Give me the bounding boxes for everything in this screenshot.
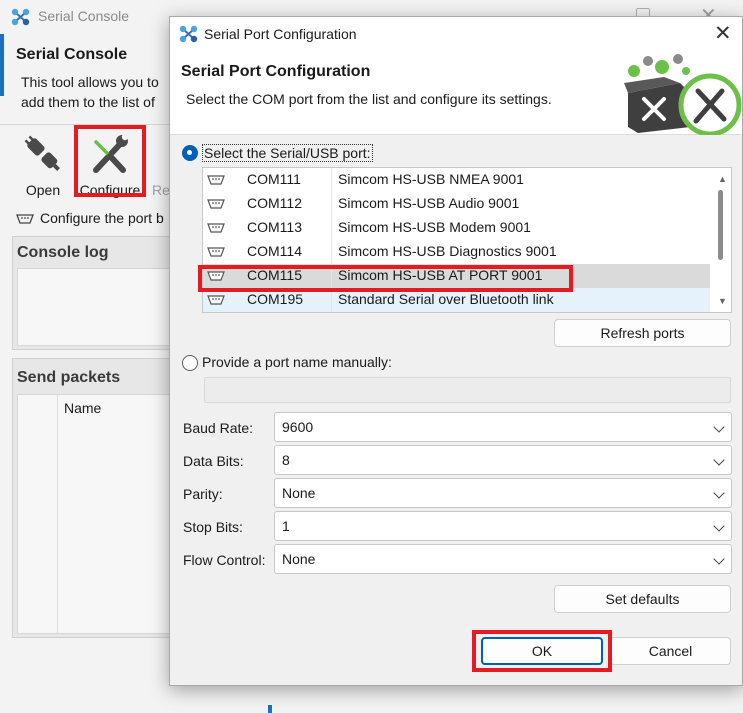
page-title: Serial Console (16, 46, 128, 63)
port-com: COM112 (247, 195, 302, 211)
data-bits-label: Data Bits: (183, 453, 244, 469)
baud-rate-select[interactable]: 9600 (274, 412, 732, 442)
set-defaults-button[interactable]: Set defaults (554, 585, 731, 613)
dialog-subheading: Select the COM port from the list and co… (186, 91, 552, 107)
data-bits-select[interactable]: 8 (274, 445, 732, 475)
flow-control-label: Flow Control: (183, 552, 266, 568)
parity-label: Parity: (183, 486, 223, 502)
header-accent-bar (0, 34, 4, 96)
port-description: Standard Serial over Bluetooth link (338, 291, 554, 307)
highlight-box-ok (472, 630, 612, 672)
port-row[interactable]: COM113 Simcom HS-USB Modem 9001 (203, 216, 710, 240)
highlight-box-configure (74, 125, 146, 197)
toolbox-logo-icon (624, 53, 742, 137)
port-description: Simcom HS-USB NMEA 9001 (338, 171, 524, 187)
column-divider (331, 168, 332, 192)
flow-control-select[interactable]: None (274, 544, 732, 574)
open-button[interactable]: Open (13, 128, 73, 198)
serial-port-icon (207, 245, 225, 261)
console-log-area[interactable] (17, 268, 175, 346)
port-row[interactable]: COM114 Simcom HS-USB Diagnostics 9001 (203, 240, 710, 264)
column-header-name[interactable]: Name (64, 400, 101, 416)
dialog-heading: Serial Port Configuration (181, 63, 371, 80)
stop-bits-label: Stop Bits: (183, 519, 243, 535)
parity-select[interactable]: None (274, 478, 732, 508)
select-serial-port-radio[interactable] (182, 145, 198, 161)
column-divider (331, 240, 332, 264)
serial-port-icon (207, 197, 225, 213)
chevron-down-icon (713, 454, 725, 466)
port-description: Simcom HS-USB Diagnostics 9001 (338, 243, 557, 259)
serial-port-icon (16, 211, 34, 227)
port-com: COM113 (247, 219, 302, 235)
chevron-down-icon (713, 520, 725, 532)
send-packets-title: Send packets (17, 369, 121, 386)
stop-bits-value: 1 (282, 518, 290, 534)
flow-control-value: None (282, 551, 316, 567)
baud-rate-label: Baud Rate: (183, 420, 254, 436)
port-row[interactable]: COM111 Simcom HS-USB NMEA 9001 (203, 168, 710, 192)
port-row[interactable]: COM112 Simcom HS-USB Audio 9001 (203, 192, 710, 216)
baud-rate-value: 9600 (282, 419, 314, 435)
chevron-down-icon (713, 487, 725, 499)
scrollbar-thumb[interactable] (718, 190, 723, 260)
console-log-title: Console log (17, 244, 109, 261)
close-icon[interactable]: ✕ (714, 21, 732, 46)
app-icon (10, 7, 32, 30)
port-description: Simcom HS-USB Modem 9001 (338, 219, 531, 235)
plug-icon (23, 132, 63, 176)
port-description: Simcom HS-USB Audio 9001 (338, 195, 520, 211)
data-bits-value: 8 (282, 452, 290, 468)
open-button-label: Open (25, 182, 61, 198)
configure-hint-text: Configure the port b (40, 210, 164, 226)
cancel-button[interactable]: Cancel (610, 637, 731, 665)
chevron-down-icon (713, 553, 725, 565)
column-divider (331, 216, 332, 240)
parity-value: None (282, 485, 316, 501)
send-packets-table[interactable] (17, 394, 175, 634)
serial-port-icon (207, 221, 225, 237)
serial-port-configuration-dialog: Serial Port Configuration ✕ Serial Port … (169, 16, 743, 686)
column-divider (331, 192, 332, 216)
description-line: This tool allows you to (21, 74, 159, 90)
scroll-up-icon[interactable]: ▲ (718, 174, 727, 184)
manual-port-input[interactable] (204, 377, 731, 403)
stop-bits-select[interactable]: 1 (274, 511, 732, 541)
port-com: COM195 (247, 291, 304, 307)
configure-hint: Configure the port b (16, 210, 164, 227)
dialog-title: Serial Port Configuration (204, 26, 357, 42)
manual-port-label[interactable]: Provide a port name manually: (202, 354, 392, 370)
serial-port-icon (207, 173, 225, 189)
background-window-title: Serial Console (38, 8, 130, 24)
refresh-ports-button[interactable]: Refresh ports (554, 319, 731, 347)
manual-port-radio[interactable] (182, 355, 198, 371)
port-com: COM111 (247, 171, 301, 187)
highlight-box-com115 (198, 265, 573, 292)
chevron-down-icon (713, 421, 725, 433)
description-line: add them to the list of (21, 94, 155, 110)
scrollbar-marker (268, 705, 272, 713)
serial-port-icon (207, 293, 225, 309)
select-serial-port-label[interactable]: Select the Serial/USB port: (202, 144, 373, 162)
column-divider (57, 395, 58, 633)
scroll-down-icon[interactable]: ▼ (718, 296, 727, 306)
port-com: COM114 (247, 243, 302, 259)
app-icon (178, 24, 200, 47)
